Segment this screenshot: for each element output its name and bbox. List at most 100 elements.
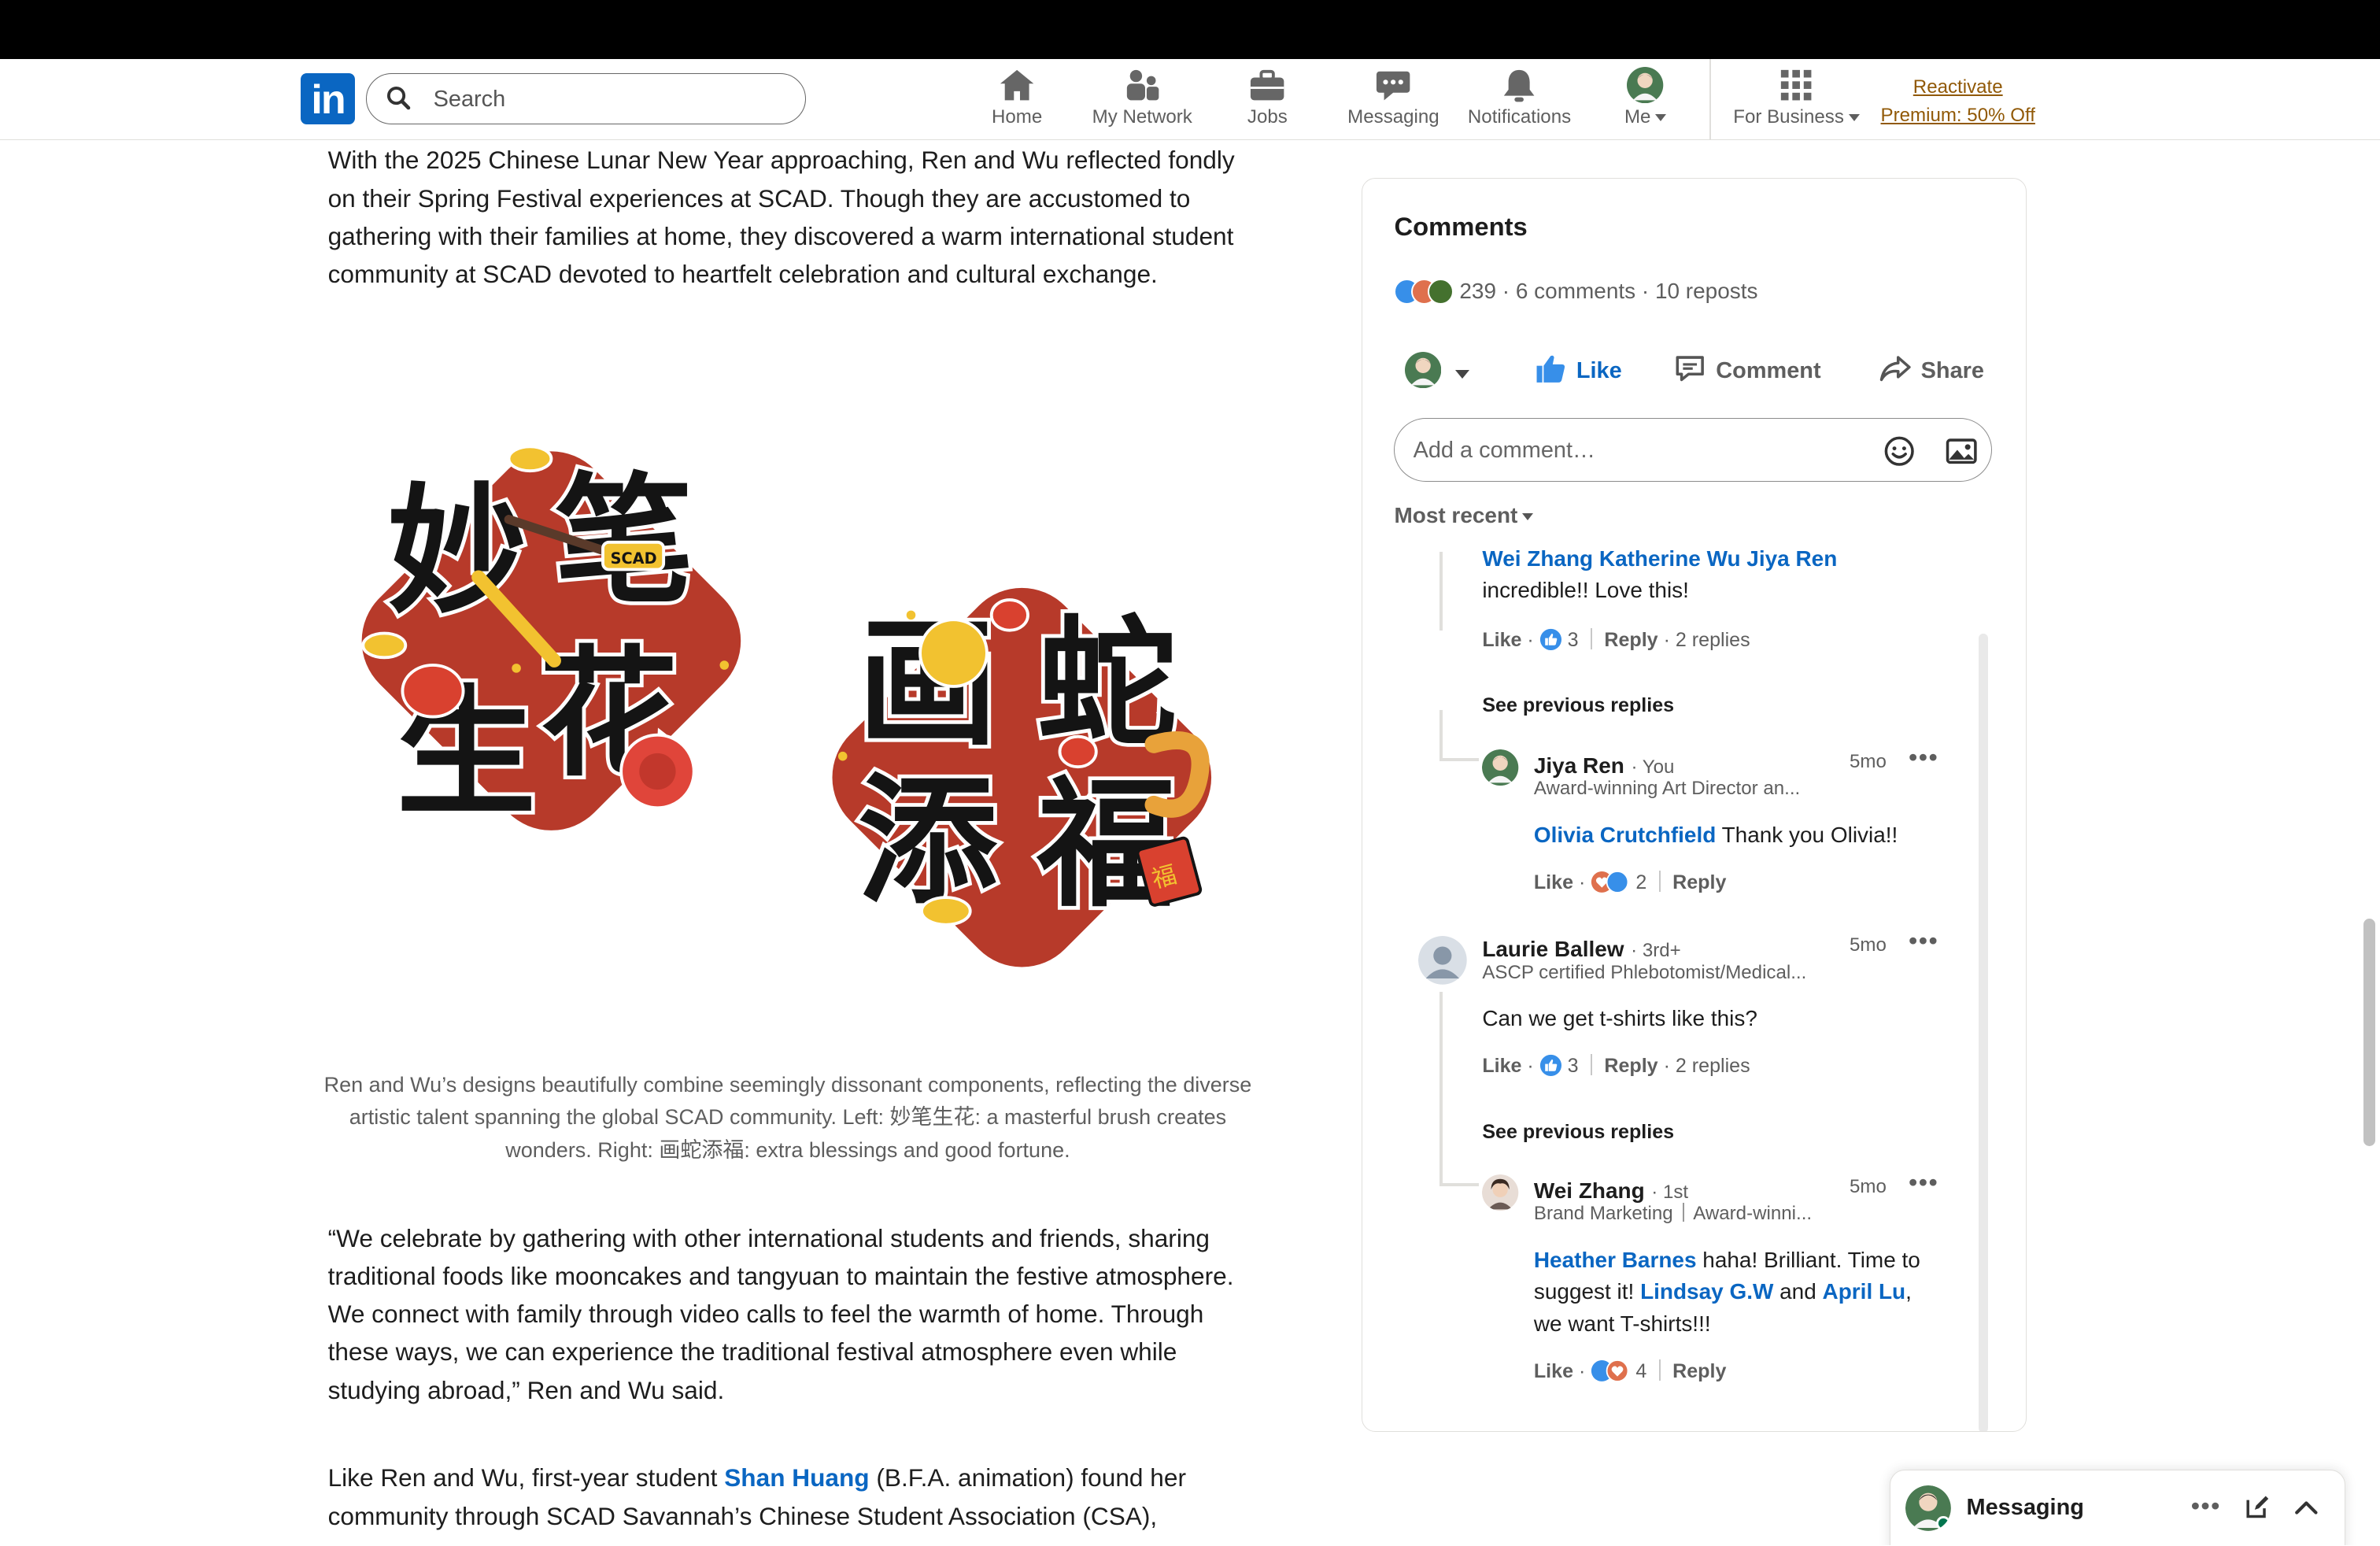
bell-icon bbox=[1504, 69, 1535, 102]
thread-scrollbar[interactable] bbox=[1978, 634, 1988, 1431]
comment-body: Olivia Crutchfield Thank you Olivia!! bbox=[1534, 819, 1974, 852]
art-char: 画 bbox=[858, 602, 997, 765]
linkedin-logo[interactable]: in bbox=[300, 72, 356, 125]
mention-link[interactable]: Olivia Crutchfield bbox=[1534, 823, 1716, 847]
commenter-header: Wei Zhang · 1st bbox=[1534, 1176, 1688, 1204]
search-box[interactable] bbox=[365, 72, 807, 125]
nav-label: Notifications bbox=[1467, 105, 1572, 128]
avatar bbox=[1905, 1485, 1952, 1531]
image-icon[interactable] bbox=[1945, 435, 1978, 468]
comment-reply-button[interactable]: Reply bbox=[1604, 629, 1658, 651]
thumbs-up-icon bbox=[1536, 355, 1565, 383]
premium-link[interactable]: Reactivate Premium: 50% Off bbox=[1881, 73, 2035, 131]
chevron-up-icon[interactable] bbox=[2293, 1495, 2320, 1522]
thread-line bbox=[1439, 709, 1443, 762]
browser-page: in Home My Network Jobs Messaging Notifi… bbox=[0, 0, 2380, 1546]
comment-reply-button[interactable]: Reply bbox=[1672, 871, 1726, 893]
more-options-icon[interactable]: ••• bbox=[1909, 926, 1938, 955]
comment-like-button[interactable]: Like bbox=[1482, 1056, 1521, 1078]
shan-huang-link[interactable]: Shan Huang bbox=[724, 1463, 869, 1492]
page-scrollbar[interactable] bbox=[2363, 918, 2376, 1147]
comment-text: Thank you Olivia!! bbox=[1716, 822, 1898, 847]
nav-label: Messaging bbox=[1347, 105, 1439, 128]
browser-top-bar bbox=[0, 0, 2380, 60]
messaging-bar[interactable]: Messaging ••• bbox=[1890, 1469, 2345, 1546]
mention-link[interactable]: Heather Barnes bbox=[1534, 1248, 1697, 1272]
comment-button[interactable]: Comment bbox=[1673, 352, 1821, 388]
connection-degree: · You bbox=[1631, 756, 1675, 778]
commenter-name[interactable]: Wei Zhang bbox=[1534, 1178, 1645, 1203]
comment-text: incredible!! Love this! bbox=[1482, 578, 1689, 602]
comment-label: Comment bbox=[1716, 357, 1821, 383]
actor-switcher[interactable] bbox=[1404, 351, 1469, 388]
share-icon bbox=[1879, 355, 1911, 381]
comment-body: Heather Barnes haha! Brilliant. Time to … bbox=[1534, 1245, 1926, 1341]
more-options-icon[interactable]: ••• bbox=[1909, 743, 1938, 771]
article-paragraph-1: With the 2025 Chinese Lunar New Year app… bbox=[327, 146, 1235, 289]
like-love-reaction-icons bbox=[1591, 1359, 1629, 1382]
comments-panel: Comments 239 · 6 comments · 10 reposts L… bbox=[1361, 177, 2027, 1432]
peony-decoration bbox=[619, 733, 696, 809]
mention-link[interactable]: Lindsay G.W bbox=[1640, 1279, 1773, 1304]
emoji-icon[interactable] bbox=[1883, 435, 1916, 468]
avatar[interactable] bbox=[1482, 749, 1519, 786]
search-input[interactable] bbox=[430, 83, 786, 117]
nav-label: For Business bbox=[1724, 106, 1868, 128]
reaction-icons bbox=[1394, 278, 1454, 305]
nav-me[interactable]: Me bbox=[1615, 66, 1676, 137]
reaction-count: 239 bbox=[1459, 278, 1497, 303]
nav-home[interactable]: Home bbox=[987, 67, 1048, 137]
comment-time: 5mo bbox=[1850, 1175, 1887, 1197]
connection-degree: · 1st bbox=[1651, 1181, 1689, 1203]
avatar[interactable] bbox=[1482, 1174, 1519, 1211]
like-label: Like bbox=[1576, 357, 1622, 383]
premium-line1: Reactivate bbox=[1913, 76, 2003, 98]
comment-actions: Like · 2 Reply bbox=[1533, 871, 1727, 894]
comment-repost-count: · 6 comments · 10 reposts bbox=[1502, 278, 1758, 303]
replies-count[interactable]: 2 replies bbox=[1676, 1056, 1750, 1078]
avatar[interactable] bbox=[1418, 936, 1467, 985]
headline-part: Award-winni... bbox=[1693, 1203, 1813, 1225]
replies-count[interactable]: 2 replies bbox=[1676, 629, 1750, 651]
comment-box[interactable] bbox=[1394, 418, 1993, 483]
grid-icon bbox=[1781, 69, 1812, 101]
article-paragraph-2: “We celebrate by gathering with other in… bbox=[327, 1223, 1234, 1404]
global-nav: in Home My Network Jobs Messaging Notifi… bbox=[0, 59, 2380, 141]
comment-reply-button[interactable]: Reply bbox=[1672, 1360, 1726, 1382]
comment-time: 5mo bbox=[1850, 934, 1887, 956]
support-reaction-icon bbox=[1427, 278, 1454, 305]
share-button[interactable]: Share bbox=[1879, 352, 1984, 388]
share-label: Share bbox=[1920, 357, 1984, 383]
messaging-title: Messaging bbox=[1966, 1494, 2084, 1520]
palette-decoration bbox=[918, 617, 989, 688]
nav-for-business[interactable]: For Business bbox=[1724, 67, 1868, 137]
like-button[interactable]: Like bbox=[1534, 352, 1622, 388]
nav-my-network[interactable]: My Network bbox=[1085, 67, 1199, 137]
nav-label: My Network bbox=[1092, 105, 1192, 128]
commenter-header: Laurie Ballew · 3rd+ bbox=[1482, 934, 1680, 963]
sort-dropdown[interactable]: Most recent bbox=[1394, 503, 1534, 528]
comment-like-button[interactable]: Like bbox=[1534, 1360, 1573, 1382]
like-count: 4 bbox=[1635, 1360, 1647, 1383]
nav-jobs[interactable]: Jobs bbox=[1237, 67, 1298, 137]
mention-links[interactable]: Wei Zhang Katherine Wu Jiya Ren bbox=[1482, 546, 1837, 571]
commenter-name[interactable]: Laurie Ballew bbox=[1482, 937, 1624, 961]
social-counts[interactable]: 239 · 6 comments · 10 reposts bbox=[1394, 278, 1758, 305]
comment-like-button[interactable]: Like bbox=[1482, 629, 1521, 651]
comment-like-button[interactable]: Like bbox=[1534, 871, 1573, 893]
commenter-name[interactable]: Jiya Ren bbox=[1534, 753, 1624, 778]
comment-input[interactable] bbox=[1410, 435, 1857, 467]
comment-reply-button[interactable]: Reply bbox=[1604, 1056, 1658, 1078]
nav-label: Me bbox=[1615, 106, 1676, 128]
more-options-icon[interactable]: ••• bbox=[1909, 1168, 1938, 1196]
commenter-headline: Award-winning Art Director an... bbox=[1533, 778, 1801, 800]
see-previous-replies[interactable]: See previous replies bbox=[1482, 1121, 1674, 1144]
compose-icon[interactable] bbox=[2244, 1493, 2271, 1521]
more-options-icon[interactable]: ••• bbox=[2191, 1492, 2221, 1520]
nav-messaging[interactable]: Messaging bbox=[1342, 67, 1445, 137]
mention-link[interactable]: April Lu bbox=[1823, 1279, 1906, 1304]
see-previous-replies[interactable]: See previous replies bbox=[1482, 694, 1674, 717]
comment-time: 5mo bbox=[1850, 750, 1887, 772]
para3-prefix: Like Ren and Wu, first-year student bbox=[327, 1463, 725, 1492]
nav-notifications[interactable]: Notifications bbox=[1460, 67, 1578, 137]
